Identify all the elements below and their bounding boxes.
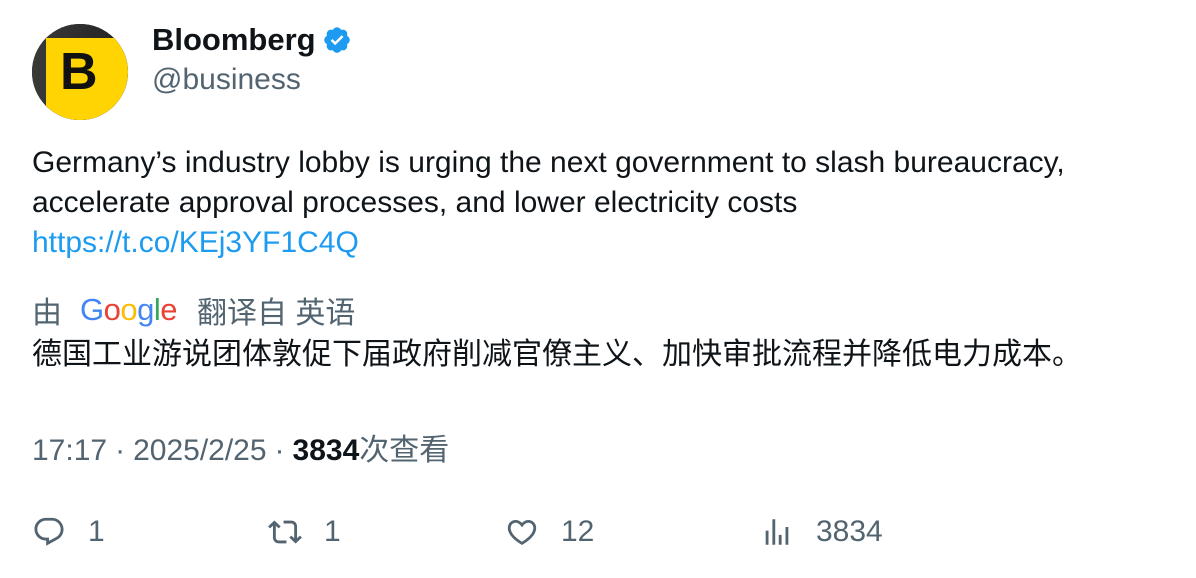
views-action-count: 3834 xyxy=(816,515,883,548)
reply-icon xyxy=(32,515,66,549)
name-row: Bloomberg xyxy=(152,22,352,58)
tweet-date[interactable]: 2025/2/25 xyxy=(133,434,266,468)
like-button[interactable]: 12 xyxy=(505,510,594,554)
tweet-card: B Bloomberg @business Germany’s industry… xyxy=(0,0,1196,578)
tweet-text: Germany’s industry lobby is urging the n… xyxy=(32,143,1172,263)
display-name[interactable]: Bloomberg xyxy=(152,22,316,58)
analytics-icon xyxy=(760,515,794,549)
translated-text: 德国工业游说团体敦促下届政府削减官僚主义、加快审批流程并降低电力成本。 xyxy=(32,338,1082,371)
tweet-time[interactable]: 17:17 xyxy=(32,434,107,468)
tweet-link[interactable]: https://t.co/KEj3YF1C4Q xyxy=(32,223,1172,263)
retweet-icon xyxy=(268,515,302,549)
account-handle[interactable]: @business xyxy=(152,63,301,97)
reply-count: 1 xyxy=(88,515,105,548)
retweet-button[interactable]: 1 xyxy=(268,510,341,554)
tweet-text-line-2: accelerate approval processes, and lower… xyxy=(32,186,798,219)
meta-separator: · xyxy=(115,434,126,467)
action-bar: 1 1 12 3834 xyxy=(0,510,1196,554)
verified-badge-icon xyxy=(322,25,352,55)
views-count: 3834 xyxy=(292,434,360,467)
heart-icon xyxy=(505,515,539,549)
google-logo[interactable]: Google xyxy=(80,292,178,328)
avatar-letter: B xyxy=(60,43,98,101)
retweet-count: 1 xyxy=(324,515,341,548)
like-count: 12 xyxy=(561,515,595,548)
views-button[interactable]: 3834 xyxy=(760,510,883,554)
translated-from-label[interactable]: 翻译自 英语 xyxy=(197,288,355,332)
reply-button[interactable]: 1 xyxy=(32,510,105,554)
views-label: 次查看 xyxy=(359,434,450,467)
translated-by-label: 由 xyxy=(32,297,62,330)
avatar[interactable]: B xyxy=(32,24,128,120)
meta-separator: · xyxy=(274,434,285,467)
tweet-meta: 17:17 · 2025/2/25 · 3834 次查看 xyxy=(32,425,449,469)
translation-attribution: 由 Google 翻译自 英语 xyxy=(32,288,355,332)
tweet-text-line-1: Germany’s industry lobby is urging the n… xyxy=(32,146,1065,179)
